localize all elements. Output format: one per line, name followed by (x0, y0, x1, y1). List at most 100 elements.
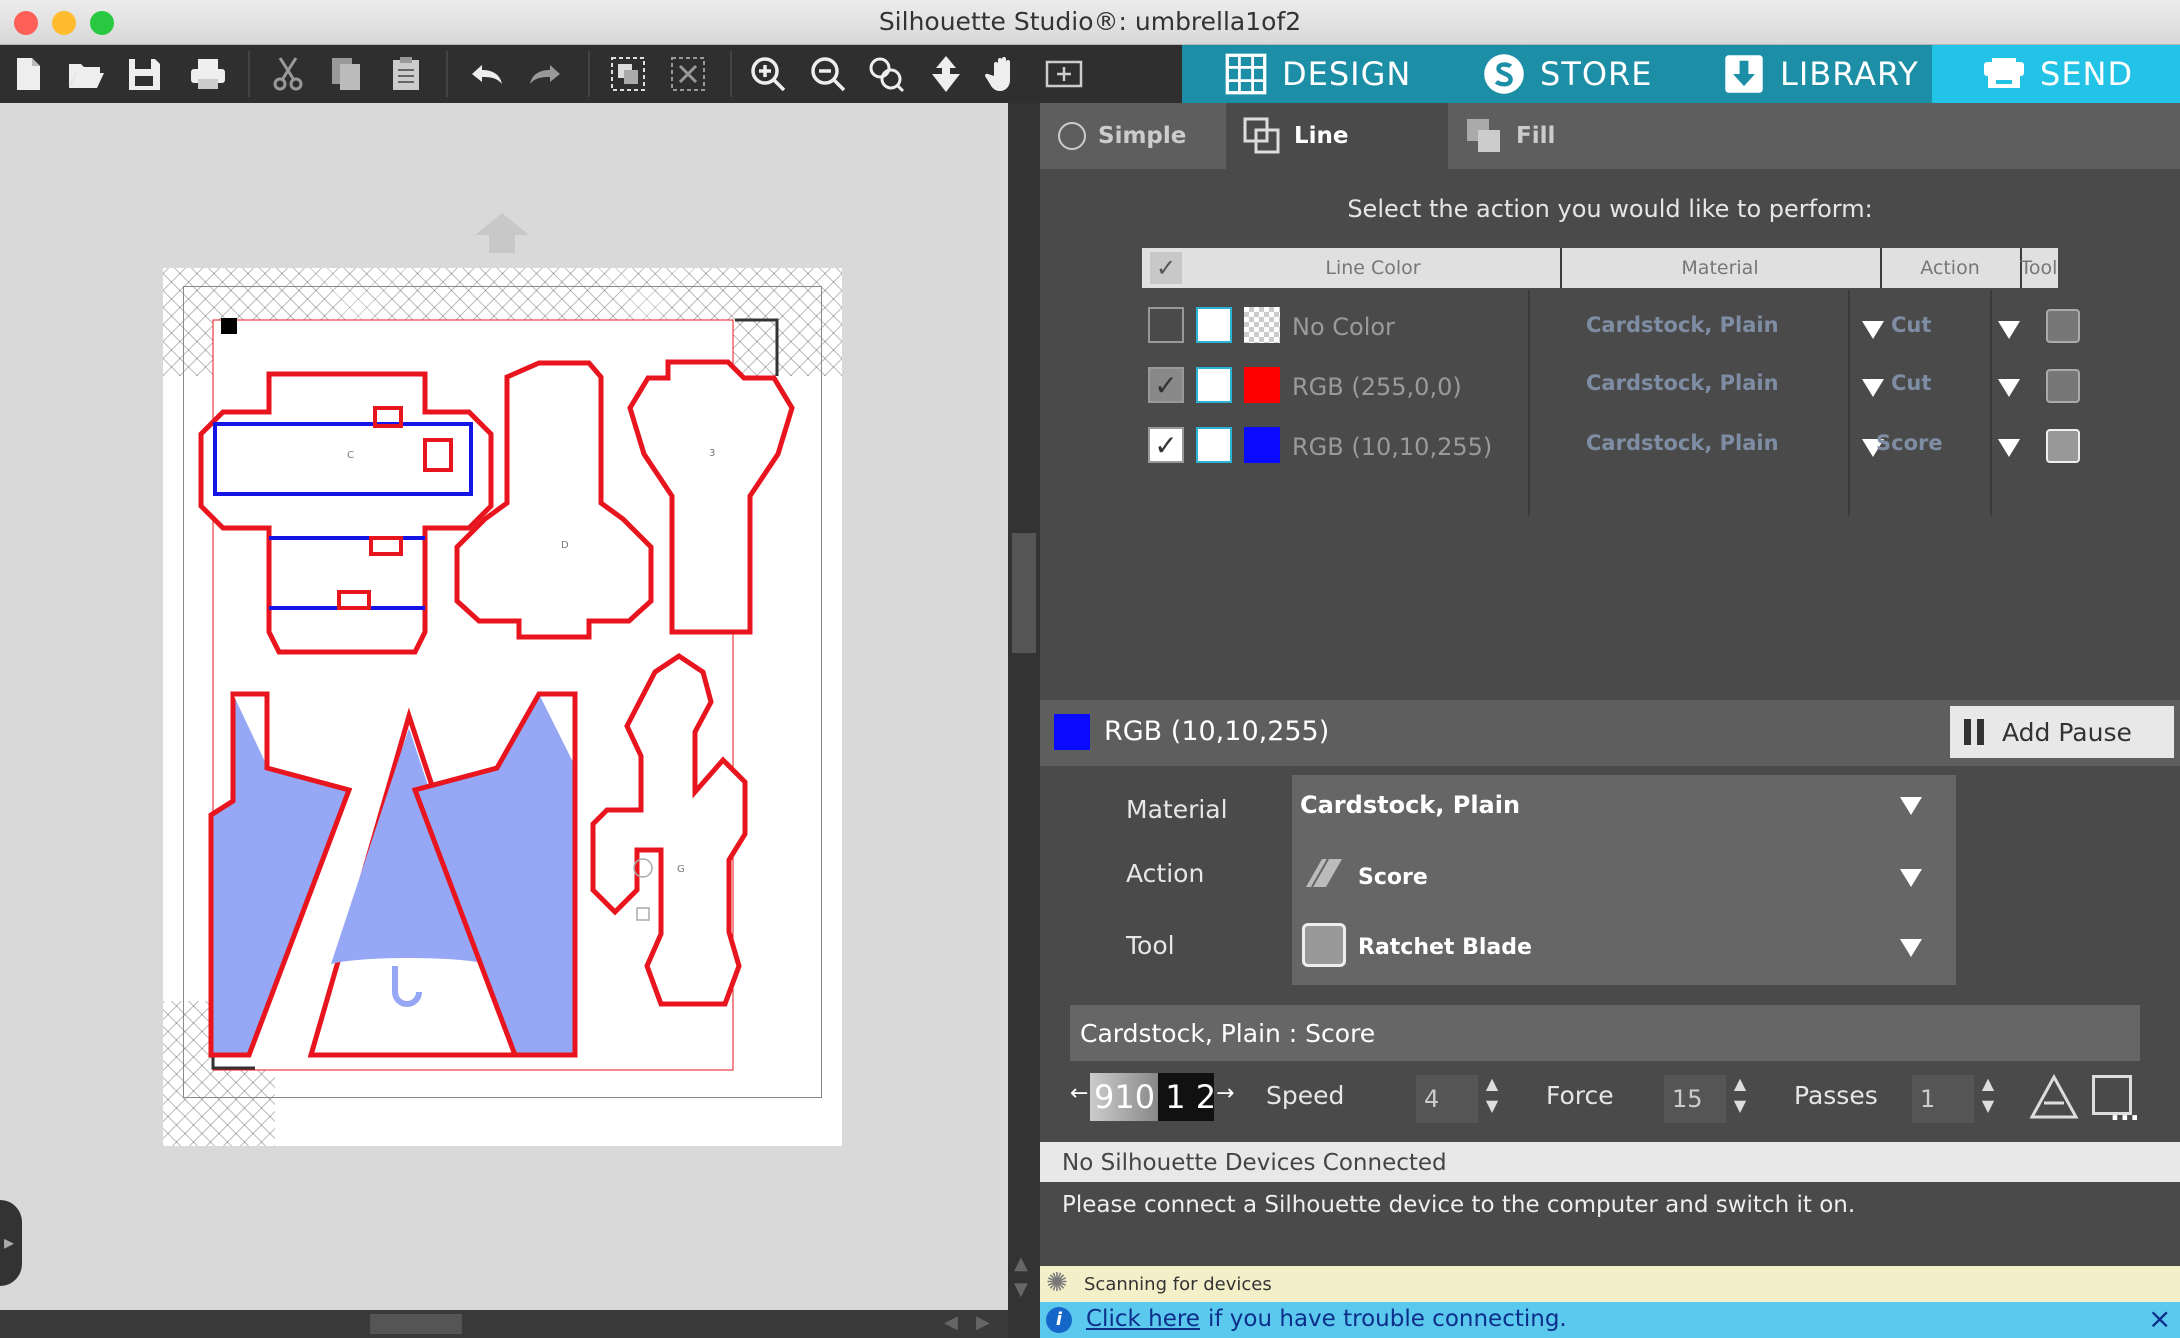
vertical-scrollbar[interactable]: ▲ ▼ (1008, 103, 1040, 1338)
line-segment-overcut-icon[interactable] (2028, 1073, 2080, 1121)
save-button[interactable] (120, 50, 168, 98)
action-dropdown-icon[interactable] (1998, 439, 2020, 457)
redo-button[interactable] (522, 50, 570, 98)
scroll-left-icon[interactable]: ◀ (944, 1312, 958, 1333)
print-button[interactable] (184, 50, 232, 98)
table-row[interactable]: ✓ RGB (255,0,0) Cardstock, Plain Cut (1146, 363, 2080, 413)
row-action[interactable]: Cut (1891, 371, 1931, 395)
add-pause-label: Add Pause (2002, 717, 2132, 747)
undo-button[interactable] (462, 50, 510, 98)
paste-button[interactable] (382, 50, 430, 98)
material-dropdown-icon[interactable] (1862, 321, 1884, 339)
folder-icon (69, 64, 104, 88)
umbrella-pattern-artwork: C D 3 G (198, 318, 795, 1071)
cutter-icon (1984, 58, 2024, 88)
scroll-right-icon[interactable]: ▶ (976, 1312, 990, 1333)
select-by-color-icon[interactable] (1196, 307, 1232, 343)
speed-label: Speed (1266, 1081, 1345, 1110)
selected-color-bar: RGB (10,10,255) Add Pause (1040, 700, 2180, 766)
tab-fill[interactable]: Fill (1448, 103, 2180, 169)
tab-simple[interactable]: Simple (1040, 103, 1242, 169)
red-color-swatch (1244, 367, 1280, 403)
printer-icon (191, 59, 225, 89)
cut-mat-page: C D 3 G (163, 268, 842, 1146)
row-checkbox[interactable]: ✓ (1148, 427, 1184, 463)
chevron-down-icon (1900, 797, 1922, 815)
fit-to-page-button[interactable] (1040, 50, 1088, 98)
tab-library[interactable]: LIBRARY (1722, 45, 1919, 103)
vertical-scroll-thumb[interactable] (1012, 533, 1036, 653)
force-stepper[interactable]: ▲ ▼ (1730, 1073, 1750, 1117)
group-button[interactable] (604, 50, 652, 98)
fill-squares-icon (1467, 119, 1500, 152)
row-checkbox[interactable] (1148, 307, 1184, 343)
close-icon[interactable]: × (2148, 1302, 2171, 1335)
row-material[interactable]: Cardstock, Plain (1586, 371, 1779, 395)
blade-increase-icon[interactable]: → (1216, 1081, 1234, 1106)
redo-icon (530, 65, 560, 84)
zoom-select-button[interactable] (862, 50, 910, 98)
row-checkbox[interactable]: ✓ (1148, 367, 1184, 403)
passes-label: Passes (1794, 1081, 1878, 1110)
tool-select[interactable]: Ratchet Blade (1292, 915, 1956, 979)
row-material[interactable]: Cardstock, Plain (1586, 313, 1779, 337)
header-material[interactable]: Material (1560, 248, 1882, 288)
action-dropdown-icon[interactable] (1998, 321, 2020, 339)
instruction-text: Select the action you would like to perf… (1347, 195, 1873, 223)
force-label: Force (1546, 1081, 1614, 1110)
group-icon (611, 57, 645, 91)
zoom-out-button[interactable] (804, 50, 852, 98)
horizontal-scrollbar[interactable]: ◀ ▶ (0, 1310, 1008, 1338)
more-options-button[interactable]: ... (2110, 1097, 2140, 1127)
table-row[interactable]: No Color Cardstock, Plain Cut (1146, 303, 2080, 353)
table-row[interactable]: ✓ RGB (10,10,255) Cardstock, Plain Score (1146, 423, 2080, 473)
new-document-button[interactable] (4, 50, 52, 98)
send-mode-tabs: Simple Line Fill (1040, 103, 2180, 169)
scroll-up-icon[interactable]: ▲ (1014, 1253, 1028, 1274)
speed-stepper[interactable]: ▲ ▼ (1482, 1073, 1502, 1117)
score-icon (1306, 858, 1342, 888)
chevron-right-icon: ▸ (4, 1230, 15, 1254)
horizontal-scroll-thumb[interactable] (370, 1314, 462, 1334)
save-icon (129, 59, 160, 90)
force-input[interactable]: 15 (1664, 1075, 1726, 1123)
ungroup-button[interactable] (664, 50, 712, 98)
tab-line[interactable]: Line (1226, 103, 1462, 169)
select-by-color-icon[interactable] (1196, 367, 1232, 403)
zoom-in-button[interactable] (744, 50, 792, 98)
fit-page-icon (1045, 60, 1083, 88)
action-dropdown-icon[interactable] (1998, 379, 2020, 397)
click-here-link[interactable]: Click here (1086, 1306, 1200, 1332)
tab-send[interactable]: SEND (1982, 45, 2133, 103)
row-action[interactable]: Cut (1891, 313, 1931, 337)
scroll-down-icon[interactable]: ▼ (1014, 1279, 1028, 1300)
tab-line-label: Line (1294, 123, 1349, 149)
header-line-color[interactable]: Line Color (1186, 248, 1562, 288)
device-message-area: Please connect a Silhouette device to th… (1040, 1182, 2180, 1266)
row-action[interactable]: Score (1876, 431, 1943, 455)
move-arrows-icon (932, 56, 960, 92)
select-by-color-icon[interactable] (1196, 427, 1232, 463)
passes-input[interactable]: 1 (1912, 1075, 1974, 1123)
pan-button[interactable] (980, 50, 1028, 98)
passes-stepper[interactable]: ▲ ▼ (1978, 1073, 1998, 1117)
blade-decrease-icon[interactable]: ← (1070, 1081, 1088, 1106)
download-box-icon (1725, 55, 1763, 93)
tab-design[interactable]: DESIGN (1224, 45, 1411, 103)
header-tool[interactable]: Tool (2020, 248, 2058, 288)
cut-button[interactable] (264, 50, 312, 98)
row-material[interactable]: Cardstock, Plain (1586, 431, 1779, 455)
open-button[interactable] (62, 50, 110, 98)
copy-button[interactable] (322, 50, 370, 98)
action-select[interactable]: Score (1292, 843, 1956, 907)
add-pause-button[interactable]: Add Pause (1950, 706, 2174, 758)
material-dropdown-icon[interactable] (1862, 379, 1884, 397)
blade-depth-wheel[interactable]: 910 1 2 3 (1090, 1073, 1214, 1121)
move-page-button[interactable] (922, 50, 970, 98)
select-all-checkbox[interactable]: ✓ (1150, 252, 1182, 284)
no-color-swatch (1244, 307, 1280, 343)
speed-input[interactable]: 4 (1416, 1075, 1478, 1123)
header-action[interactable]: Action (1880, 248, 2022, 288)
left-panel-toggle-button[interactable]: ▸ (0, 1200, 22, 1286)
material-select[interactable]: Cardstock, Plain (1292, 775, 1956, 835)
